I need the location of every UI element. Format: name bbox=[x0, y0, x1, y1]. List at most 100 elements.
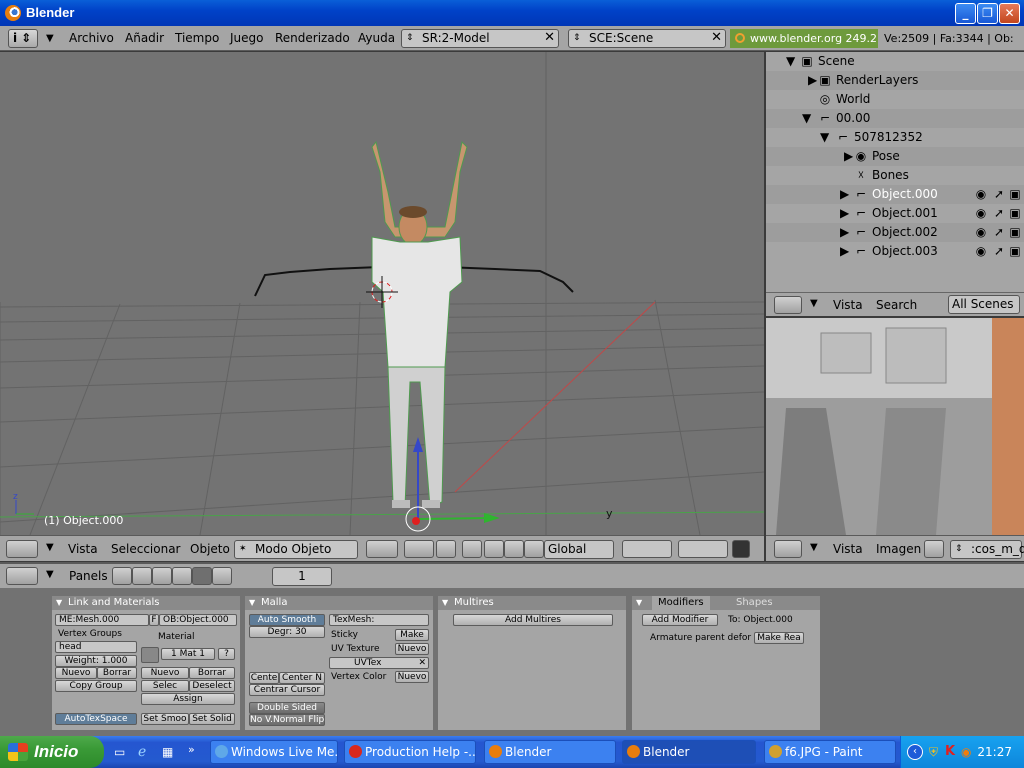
menu-anadir[interactable]: Añadir bbox=[125, 31, 164, 45]
double-sided-toggle[interactable]: Double Sided bbox=[249, 702, 325, 714]
maximize-button[interactable]: ❐ bbox=[977, 3, 998, 24]
eye-icon[interactable]: ◉ bbox=[974, 206, 988, 220]
cursor-icon[interactable]: ➚ bbox=[992, 244, 1006, 258]
vertex-group-field[interactable]: head bbox=[55, 641, 137, 653]
outliner-row-00-00[interactable]: ▼ ⌐ 00.00 bbox=[766, 109, 1024, 128]
menu-archivo[interactable]: Archivo bbox=[69, 31, 114, 45]
manipulator-rotate-icon[interactable] bbox=[504, 540, 524, 558]
expand-arrow-icon[interactable]: ▶ bbox=[840, 206, 849, 220]
frame-field[interactable]: 1 bbox=[272, 567, 332, 586]
vgroup-new-button[interactable]: Nuevo bbox=[55, 667, 97, 679]
blender-tray-icon[interactable]: ◉ bbox=[961, 745, 971, 759]
collapse-arrow-icon[interactable]: ▼ bbox=[46, 542, 54, 553]
info-editor-type-button[interactable]: i ⇕ bbox=[8, 29, 38, 48]
uv-texture-new-button[interactable]: Nuevo bbox=[395, 643, 429, 655]
material-new-button[interactable]: Nuevo bbox=[141, 667, 189, 679]
collapse-arrow-icon[interactable]: ▼ bbox=[46, 569, 54, 580]
object-datablock-field[interactable]: OB:Object.000 bbox=[159, 614, 237, 626]
uvtex-layer-field[interactable]: UVTex ✕ bbox=[329, 657, 429, 669]
normal-flip-toggle[interactable]: No V.Normal Flip bbox=[249, 714, 325, 726]
menu-seleccionar[interactable]: Seleccionar bbox=[111, 542, 180, 556]
outliner-row-507812352[interactable]: ▼ ⌐ 507812352 bbox=[766, 128, 1024, 147]
draw-type-icon[interactable] bbox=[366, 540, 398, 558]
material-help-button[interactable]: ? bbox=[218, 648, 235, 660]
menu-tiempo[interactable]: Tiempo bbox=[175, 31, 219, 45]
eye-icon[interactable]: ◉ bbox=[974, 225, 988, 239]
autotexspace-toggle[interactable]: AutoTexSpace bbox=[55, 713, 137, 725]
center-new-button[interactable]: Center N bbox=[279, 672, 325, 684]
panel-title[interactable]: ▼ Multires bbox=[438, 596, 626, 610]
outliner-scope-selector[interactable]: All Scenes bbox=[948, 295, 1020, 314]
menu-juego[interactable]: Juego bbox=[230, 31, 264, 45]
set-smooth-button[interactable]: Set Smoo bbox=[141, 713, 189, 725]
layers-row-1[interactable] bbox=[622, 540, 672, 558]
quicklaunch-more-icon[interactable]: » bbox=[188, 743, 195, 756]
menu-vista-outliner[interactable]: Vista bbox=[833, 298, 863, 312]
delete-scene-icon[interactable]: ✕ bbox=[711, 29, 722, 46]
cursor-icon[interactable]: ➚ bbox=[992, 206, 1006, 220]
task-production-help[interactable]: Production Help -... bbox=[344, 740, 476, 764]
collapse-arrow-icon[interactable]: ▼ bbox=[810, 298, 818, 309]
collapse-icon[interactable]: ▼ bbox=[442, 596, 448, 610]
minimize-button[interactable]: _ bbox=[955, 3, 976, 24]
menu-objeto[interactable]: Objeto bbox=[190, 542, 230, 556]
outliner-row-scene[interactable]: ▼ ▣ Scene bbox=[766, 52, 1024, 71]
add-multires-button[interactable]: Add Multires bbox=[453, 614, 613, 626]
start-button[interactable]: Inicio bbox=[0, 736, 104, 768]
pivot-icon[interactable] bbox=[404, 540, 434, 558]
quicklaunch-desktop-icon[interactable]: ▭ bbox=[114, 745, 125, 759]
texmesh-field[interactable]: TexMesh: bbox=[329, 614, 429, 626]
collapse-icon[interactable]: ▼ bbox=[249, 596, 255, 610]
center-cursor-button[interactable]: Centrar Cursor bbox=[249, 684, 325, 696]
assign-button[interactable]: Assign bbox=[141, 693, 235, 705]
tab-shapes[interactable]: Shapes bbox=[736, 596, 773, 610]
menu-imagen[interactable]: Imagen bbox=[876, 542, 921, 556]
menu-ayuda[interactable]: Ayuda bbox=[358, 31, 395, 45]
collapse-arrow-icon[interactable]: ▼ bbox=[46, 33, 54, 44]
expand-arrow-icon[interactable]: ▶ bbox=[808, 73, 817, 87]
script-context-icon[interactable] bbox=[132, 567, 152, 585]
eye-icon[interactable]: ◉ bbox=[974, 187, 988, 201]
task-windows-live[interactable]: Windows Live Me... bbox=[210, 740, 338, 764]
panel-title[interactable]: ▼ Malla bbox=[245, 596, 433, 610]
smooth-degree-field[interactable]: Degr: 30 bbox=[249, 626, 325, 638]
menu-panels[interactable]: Panels bbox=[69, 569, 108, 583]
deselect-button[interactable]: Deselect bbox=[189, 680, 235, 692]
outliner[interactable]: ▼ ▣ Scene ▶ ▣ RenderLayers ◎ World ▼ ⌐ 0… bbox=[766, 52, 1024, 292]
close-button[interactable]: ✕ bbox=[999, 3, 1020, 24]
outliner-row-pose[interactable]: ▶ ◉ Pose bbox=[766, 147, 1024, 166]
antivirus-icon[interactable]: K bbox=[945, 744, 955, 759]
mesh-datablock-field[interactable]: ME:Mesh.000 bbox=[55, 614, 149, 626]
3d-viewport[interactable]: y z (1) Object.000 bbox=[0, 52, 764, 535]
editor-type-buttons-icon[interactable] bbox=[6, 567, 38, 585]
material-index-field[interactable]: 1 Mat 1 bbox=[161, 648, 215, 660]
cursor-icon[interactable]: ➚ bbox=[992, 187, 1006, 201]
remove-uv-icon[interactable]: ✕ bbox=[418, 658, 426, 668]
material-delete-button[interactable]: Borrar bbox=[189, 667, 235, 679]
menu-renderizado[interactable]: Renderizado bbox=[275, 31, 350, 45]
outliner-row-object-001[interactable]: ▶ ⌐ Object.001 ◉ ➚ ▣ bbox=[766, 204, 1024, 223]
expand-arrow-icon[interactable]: ▼ bbox=[820, 130, 829, 144]
paint-brush-icon[interactable] bbox=[924, 540, 944, 558]
center-button[interactable]: Cente bbox=[249, 672, 279, 684]
tab-modifiers[interactable]: Modifiers bbox=[652, 596, 710, 610]
object-context-icon[interactable] bbox=[172, 567, 192, 585]
tray-expand-icon[interactable]: ‹ bbox=[907, 744, 923, 760]
expand-arrow-icon[interactable]: ▶ bbox=[844, 149, 853, 163]
eye-icon[interactable]: ◉ bbox=[974, 244, 988, 258]
collapse-arrow-icon[interactable]: ▼ bbox=[810, 542, 818, 553]
set-solid-button[interactable]: Set Solid bbox=[189, 713, 235, 725]
cursor-icon[interactable]: ➚ bbox=[992, 225, 1006, 239]
render-icon[interactable]: ▣ bbox=[1008, 206, 1022, 220]
weight-slider[interactable]: Weight: 1.000 bbox=[55, 655, 137, 667]
expand-arrow-icon[interactable]: ▼ bbox=[786, 54, 795, 68]
manipulator-scale-icon[interactable] bbox=[524, 540, 544, 558]
task-blender-1[interactable]: Blender bbox=[484, 740, 616, 764]
editor-type-3d-icon[interactable] bbox=[6, 540, 38, 558]
panel-title[interactable]: ▼ Link and Materials bbox=[52, 596, 240, 610]
logic-context-icon[interactable] bbox=[112, 567, 132, 585]
copy-group-button[interactable]: Copy Group bbox=[55, 680, 137, 692]
shading-context-icon[interactable] bbox=[152, 567, 172, 585]
y-manipulator[interactable] bbox=[417, 517, 491, 520]
vertex-color-new-button[interactable]: Nuevo bbox=[395, 671, 429, 683]
